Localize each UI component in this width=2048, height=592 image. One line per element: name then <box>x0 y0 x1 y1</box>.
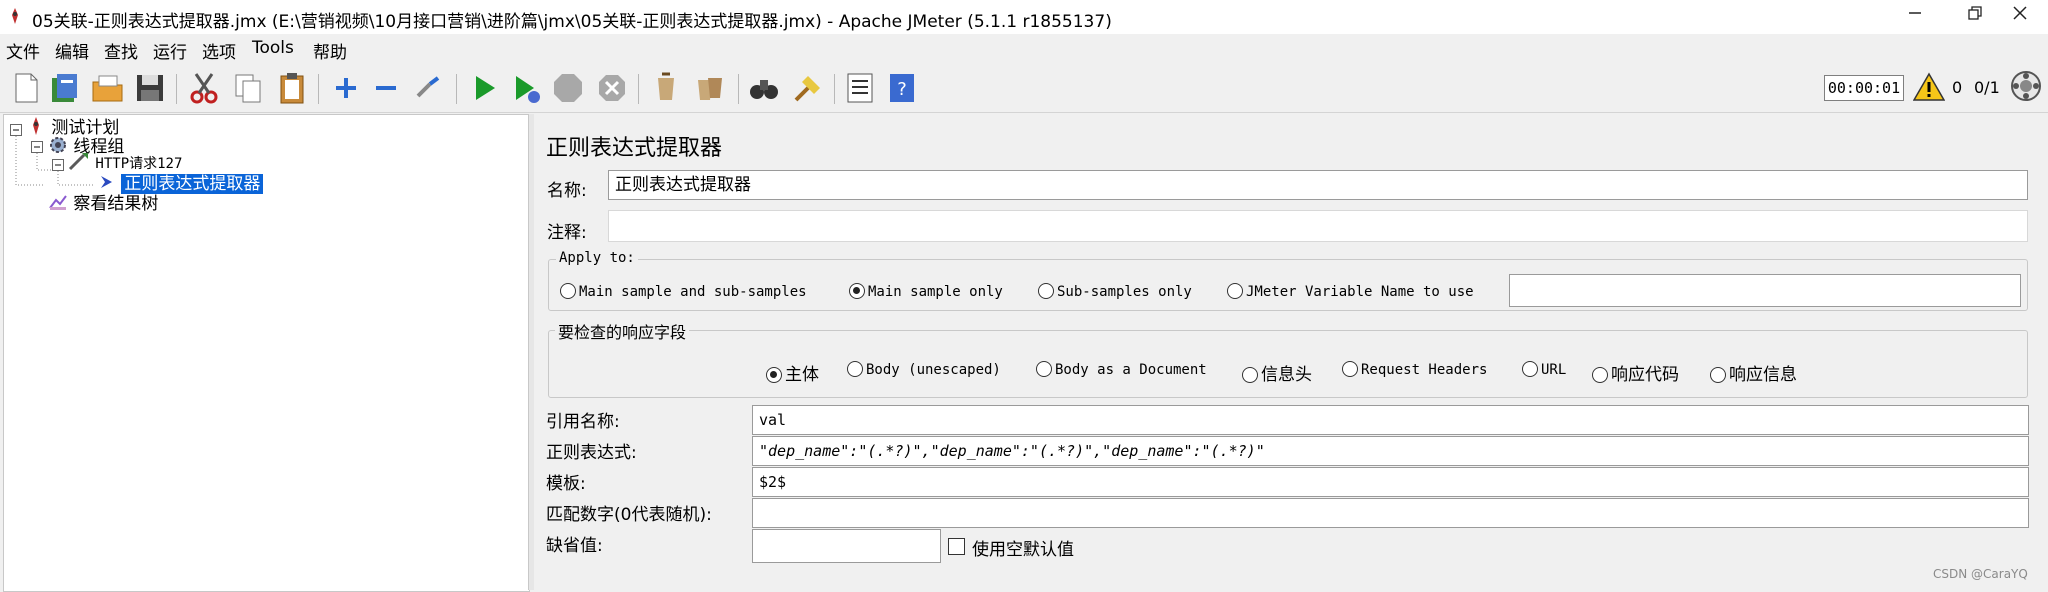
radio-body-as-document[interactable]: Body as a Document <box>1036 360 1207 378</box>
active-threads: 0/1 <box>1974 78 2000 97</box>
window-title: 05关联-正则表达式提取器.jmx (E:\营销视频\10月接口营销\进阶篇\j… <box>32 12 1112 32</box>
radio-response-code[interactable]: 响应代码 <box>1592 360 1679 385</box>
stop-icon[interactable] <box>550 70 586 106</box>
comment-label: 注释: <box>547 223 587 243</box>
radio-main-and-sub[interactable]: Main sample and sub-samples <box>560 282 807 300</box>
minimize-button[interactable] <box>1885 0 1945 34</box>
test-plan-icon <box>33 117 39 135</box>
regex-input[interactable]: "dep_name":"(.*?)","dep_name":"(.*?)","d… <box>752 436 2029 466</box>
warning-count: 0 <box>1952 78 1963 97</box>
cut-icon[interactable] <box>186 70 222 106</box>
menu-bar: 文件 编辑 查找 运行 选项 Tools 帮助 <box>0 34 2048 63</box>
ref-name-label: 引用名称: <box>546 412 620 432</box>
elapsed-timer: 00:00:01 <box>1824 75 1904 101</box>
tree-node-label: 察看结果树 <box>73 194 159 214</box>
ref-name-input[interactable]: val <box>752 405 2029 435</box>
default-value-input[interactable] <box>752 529 941 563</box>
title-bar: 05关联-正则表达式提取器.jmx (E:\营销视频\10月接口营销\进阶篇\j… <box>0 0 2048 34</box>
radio-response-message[interactable]: 响应信息 <box>1710 360 1797 385</box>
radio-headers[interactable]: 信息头 <box>1242 360 1312 385</box>
close-icon <box>2013 6 2027 20</box>
reset-search-icon[interactable] <box>790 70 826 106</box>
open-icon[interactable] <box>90 70 126 106</box>
apply-to-title: Apply to: <box>556 250 638 266</box>
test-plan-tree[interactable]: 测试计划 线程组 HTTP请求127 正则表达式提取器 察看结果树 <box>3 114 530 592</box>
start-no-pause-icon[interactable] <box>508 70 544 106</box>
radio-main-only[interactable]: Main sample only <box>849 282 1003 300</box>
name-input[interactable]: 正则表达式提取器 <box>608 170 2028 200</box>
expand-icon[interactable] <box>328 70 364 106</box>
paste-icon[interactable] <box>274 70 310 106</box>
name-label: 名称: <box>547 181 587 201</box>
match-no-label: 匹配数字(0代表随机): <box>546 505 712 525</box>
template-label: 模板: <box>546 474 586 494</box>
use-empty-default-checkbox[interactable] <box>948 538 965 555</box>
use-empty-default-label: 使用空默认值 <box>972 540 1074 560</box>
radio-body-unescaped[interactable]: Body (unescaped) <box>847 360 1001 378</box>
menu-edit[interactable]: 编辑 <box>55 38 89 63</box>
clear-icon[interactable] <box>648 70 684 106</box>
search-icon[interactable] <box>746 70 782 106</box>
restore-icon <box>1968 6 1982 20</box>
toolbar: ? <box>0 64 2048 113</box>
warning-icon[interactable] <box>1913 72 1945 102</box>
jmeter-variable-input[interactable] <box>1509 274 2021 307</box>
regex-label: 正则表达式: <box>546 443 637 463</box>
default-label: 缺省值: <box>546 536 603 556</box>
toggle-icon[interactable] <box>410 70 446 106</box>
template-input[interactable]: $2$ <box>752 467 2029 497</box>
comment-input[interactable] <box>608 210 2028 242</box>
minimize-icon <box>1909 12 1921 14</box>
shutdown-icon[interactable] <box>594 70 630 106</box>
start-icon[interactable] <box>466 70 502 106</box>
remote-globe-icon[interactable] <box>2010 70 2042 102</box>
svg-text:?: ? <box>897 79 907 100</box>
clear-all-icon[interactable] <box>692 70 728 106</box>
function-helper-icon[interactable] <box>842 70 878 106</box>
jmeter-app-icon <box>12 8 18 24</box>
thread-group-icon <box>50 137 66 153</box>
templates-icon[interactable] <box>47 70 83 106</box>
radio-sub-only[interactable]: Sub-samples only <box>1038 282 1192 300</box>
close-button[interactable] <box>1990 0 2048 34</box>
radio-url[interactable]: URL <box>1522 360 1566 378</box>
copy-icon[interactable] <box>230 70 266 106</box>
collapse-icon[interactable] <box>368 70 404 106</box>
panel-title: 正则表达式提取器 <box>546 136 723 161</box>
new-icon[interactable] <box>8 70 44 106</box>
save-icon[interactable] <box>132 70 168 106</box>
radio-jmeter-variable[interactable]: JMeter Variable Name to use <box>1227 282 1474 300</box>
help-icon[interactable]: ? <box>884 70 920 106</box>
field-to-check-title: 要检查的响应字段 <box>555 319 690 343</box>
listener-icon <box>49 195 67 210</box>
menu-run[interactable]: 运行 <box>153 38 187 63</box>
watermark: CSDN @CaraYQ <box>1933 567 2028 581</box>
menu-search[interactable]: 查找 <box>104 38 138 63</box>
menu-options[interactable]: 选项 <box>202 38 236 63</box>
panel-splitter[interactable] <box>528 114 534 590</box>
tree-node-view-results[interactable]: 察看结果树 <box>48 189 158 214</box>
match-no-input[interactable] <box>752 498 2029 528</box>
radio-body[interactable]: 主体 <box>766 360 819 385</box>
menu-help[interactable]: 帮助 <box>313 38 347 63</box>
menu-tools[interactable]: Tools <box>252 38 294 58</box>
menu-file[interactable]: 文件 <box>6 38 40 63</box>
radio-request-headers[interactable]: Request Headers <box>1342 360 1487 378</box>
http-sampler-icon <box>68 153 88 171</box>
